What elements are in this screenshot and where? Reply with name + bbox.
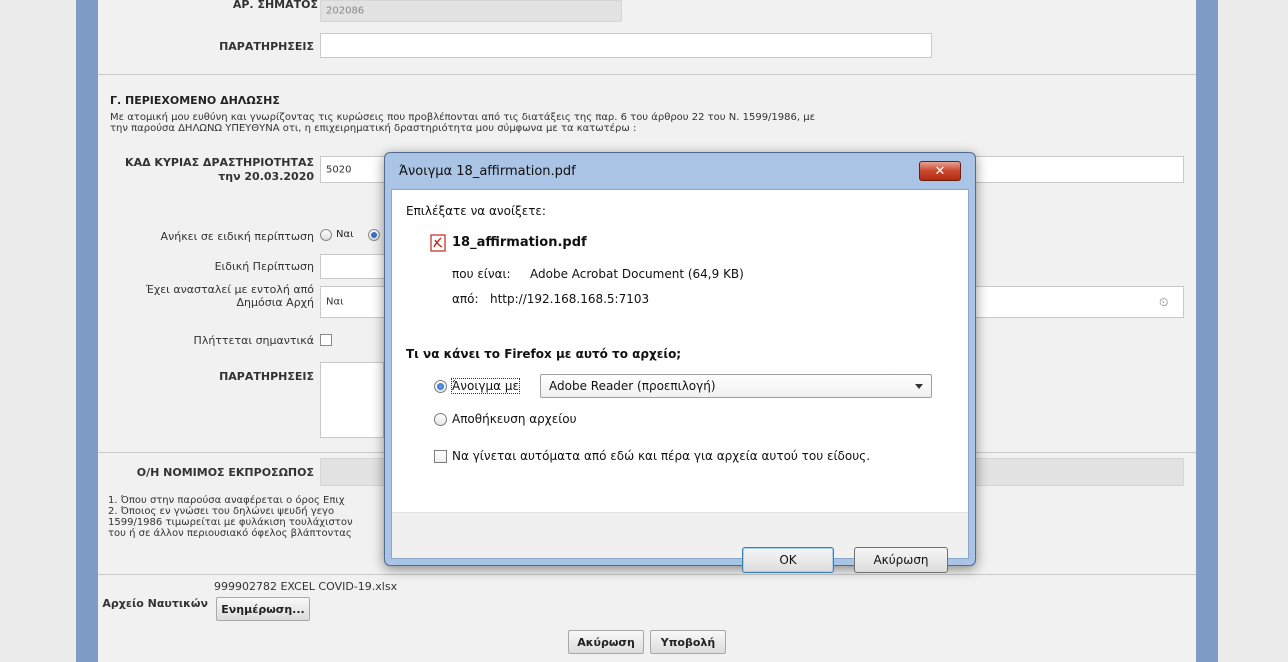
- from-value: http://192.168.168.5:7103: [490, 292, 650, 306]
- from-label: από:: [452, 292, 479, 306]
- suspended-label-1: Έχει ανασταλεί με εντολή από: [145, 283, 314, 296]
- uploaded-file-name: 999902782 EXCEL COVID-19.xlsx: [214, 580, 398, 593]
- open-with-label[interactable]: Άνοιγμα με: [451, 378, 520, 394]
- auto-label[interactable]: Να γίνεται αυτόματα από εδώ και πέρα για…: [452, 449, 870, 463]
- notes2-textarea[interactable]: [320, 362, 384, 438]
- footnote-1: 1. Όπου στην παρούσα αναφέρεται ο όρος Ε…: [108, 495, 345, 506]
- footnote-3: 1599/1986 τιμωρείται με φυλάκιση τουλάχι…: [108, 517, 353, 528]
- special-case-yes-radio[interactable]: [320, 229, 332, 241]
- file-name: 18_affirmation.pdf: [452, 235, 587, 250]
- dialog-title: Άνοιγμα 18_affirmation.pdf: [399, 164, 576, 179]
- chevron-down-icon: [915, 384, 923, 389]
- update-file-button[interactable]: Ενημέρωση...: [216, 597, 310, 621]
- divider: [98, 574, 1196, 575]
- footnote-2: 2. Όποιος εν γνώσει του δηλώνει ψευδή γε…: [108, 506, 335, 517]
- calendar-icon[interactable]: ⏲: [1159, 295, 1173, 309]
- file-label: Αρχείο Ναυτικών: [102, 597, 208, 610]
- section-g-title: Γ. ΠΕΡΙΕΧΟΜΕΝΟ ΔΗΛΩΣΗΣ: [110, 94, 280, 107]
- pdf-icon: [430, 234, 446, 252]
- radio-yes-label: Ναι: [336, 229, 354, 240]
- type-value: Adobe Acrobat Document (64,9 KB): [530, 267, 744, 281]
- application-select[interactable]: Adobe Reader (προεπιλογή): [540, 374, 932, 398]
- suspended-label-2: Δημόσια Αρχή: [236, 296, 315, 309]
- notes-label: ΠΑΡΑΤΗΡΗΣΕΙΣ: [219, 40, 314, 53]
- open-file-dialog: Άνοιγμα 18_affirmation.pdf ✕ Επιλέξατε ν…: [384, 152, 976, 573]
- section-g-text-1: Με ατομική μου ευθύνη και γνωρίζοντας τι…: [110, 112, 815, 123]
- submit-button[interactable]: Υποβολή: [650, 630, 726, 654]
- dialog-cancel-button[interactable]: Ακύρωση: [854, 547, 948, 573]
- save-file-label[interactable]: Αποθήκευση αρχείου: [452, 412, 577, 426]
- footnote-4: του ή σε άλλον περιουσιακό όφελος βλάπτο…: [108, 528, 352, 539]
- right-page-border: [1196, 0, 1218, 662]
- left-page-border: [76, 0, 98, 662]
- special-case-no-radio[interactable]: [368, 229, 380, 241]
- type-label: που είναι:: [452, 267, 511, 281]
- cancel-button[interactable]: Ακύρωση: [568, 630, 644, 654]
- dialog-body: Επιλέξατε να ανοίξετε: 18_affirmation.pd…: [391, 189, 969, 573]
- ok-button[interactable]: OK: [742, 547, 834, 573]
- notes-input[interactable]: [320, 33, 932, 58]
- special-case-label: Ανήκει σε ειδική περίπτωση: [160, 230, 314, 243]
- auto-checkbox[interactable]: [434, 450, 447, 463]
- section-g-text-2: την παρούσα ΔΗΛΩΝΩ ΥΠΕΥΘΥΝΑ οτι, η επιχε…: [110, 123, 637, 134]
- choose-text: Επιλέξατε να ανοίξετε:: [406, 204, 546, 218]
- hit-label: Πλήττεται σημαντικά: [193, 334, 314, 347]
- dialog-footer: OK Ακύρωση: [392, 512, 968, 573]
- kad-label-2: την 20.03.2020: [218, 170, 314, 183]
- hit-checkbox[interactable]: [320, 334, 332, 346]
- save-file-radio[interactable]: [434, 413, 447, 426]
- damage-no-label: ΑΡ. ΣΗΜΑΤΟΣ: [232, 0, 318, 11]
- kad-label-1: ΚΑΔ ΚΥΡΙΑΣ ΔΡΑΣΤΗΡΙΟΤΗΤΑΣ: [125, 156, 314, 169]
- open-with-radio[interactable]: [434, 380, 447, 393]
- divider: [98, 74, 1196, 75]
- damage-no-field: 202086: [320, 0, 622, 22]
- special-case-field-label: Ειδική Περίπτωση: [214, 260, 314, 273]
- close-icon[interactable]: ✕: [919, 161, 961, 181]
- question-text: Τι να κάνει το Firefox με αυτό το αρχείο…: [406, 347, 682, 361]
- notes2-label: ΠΑΡΑΤΗΡΗΣΕΙΣ: [219, 370, 314, 383]
- legal-rep-label: Ο/Η ΝΟΜΙΜΟΣ ΕΚΠΡΟΣΩΠΟΣ: [136, 466, 314, 479]
